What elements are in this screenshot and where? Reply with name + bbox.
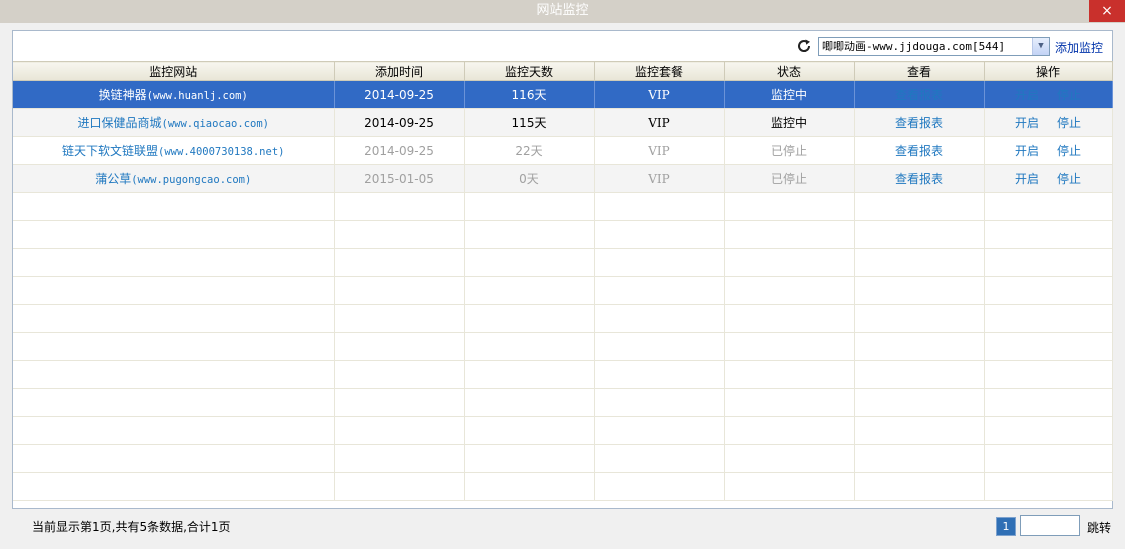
monitor-days: 116天 [464, 80, 595, 109]
table-row[interactable]: 蒲公草(www.pugongcao.com) 2015-01-05 0天 VIP… [13, 164, 1113, 193]
added-date: 2014-09-25 [334, 136, 465, 165]
table-row[interactable]: 换链神器(www.huanlj.com) 2014-09-25 116天 VIP… [13, 80, 1113, 109]
refresh-icon[interactable] [796, 38, 812, 54]
chevron-down-icon[interactable]: ▼ [1032, 38, 1049, 55]
column-header-site[interactable]: 监控网站 [13, 61, 335, 81]
empty-row [13, 332, 1113, 361]
empty-row [13, 276, 1113, 305]
stop-link[interactable]: 停止 [1057, 116, 1081, 130]
pagination-info: 当前显示第1页,共有5条数据,合计1页 [32, 520, 231, 534]
start-link[interactable]: 开启 [1015, 144, 1039, 158]
monitor-days: 22天 [464, 136, 595, 165]
stop-link[interactable]: 停止 [1057, 172, 1081, 186]
site-name: 进口保健品商城 [77, 116, 162, 130]
empty-row [13, 248, 1113, 277]
column-header-added[interactable]: 添加时间 [334, 61, 465, 81]
table-row[interactable]: 进口保健品商城(www.qiaocao.com) 2014-09-25 115天… [13, 108, 1113, 137]
site-cell[interactable]: 换链神器(www.huanlj.com) [13, 80, 335, 109]
empty-row [13, 444, 1113, 473]
added-date: 2015-01-05 [334, 164, 465, 193]
site-cell[interactable]: 蒲公草(www.pugongcao.com) [13, 164, 335, 193]
column-header-actions[interactable]: 操作 [984, 61, 1113, 81]
plan-cell: VIP [594, 108, 725, 137]
empty-row [13, 220, 1113, 249]
page-jump-input[interactable] [1020, 515, 1080, 536]
view-cell: 查看报表 [854, 164, 985, 193]
plan-cell: VIP [594, 164, 725, 193]
add-monitor-link[interactable]: 添加监控 [1055, 39, 1103, 56]
monitor-table: 监控网站 添加时间 监控天数 监控套餐 状态 查看 操作 换链神器(www.hu… [13, 61, 1113, 501]
status-cell: 已停止 [724, 136, 855, 165]
site-url: (www.pugongcao.com) [131, 174, 252, 186]
empty-row [13, 472, 1113, 501]
site-select[interactable]: 唧唧动画-www.jjdouga.com[544] ▼ [818, 37, 1050, 56]
start-link[interactable]: 开启 [1015, 88, 1039, 102]
empty-row [13, 416, 1113, 445]
stop-link[interactable]: 停止 [1057, 144, 1081, 158]
empty-row [13, 304, 1113, 333]
close-button[interactable]: × [1089, 0, 1125, 22]
empty-row [13, 360, 1113, 389]
start-link[interactable]: 开启 [1015, 172, 1039, 186]
site-select-value: 唧唧动画-www.jjdouga.com[544] [822, 40, 1006, 53]
monitor-panel: 唧唧动画-www.jjdouga.com[544] ▼ 添加监控 监控网站 添加… [12, 30, 1113, 509]
view-report-link[interactable]: 查看报表 [895, 172, 943, 186]
plan-cell: VIP [594, 80, 725, 109]
actions-cell: 开启 停止 [984, 136, 1113, 165]
toolbar: 唧唧动画-www.jjdouga.com[544] ▼ 添加监控 [13, 31, 1112, 61]
monitor-days: 0天 [464, 164, 595, 193]
close-icon: × [1101, 3, 1113, 19]
actions-cell: 开启 停止 [984, 108, 1113, 137]
start-link[interactable]: 开启 [1015, 116, 1039, 130]
site-name: 链天下软文链联盟 [62, 144, 159, 158]
site-name: 换链神器 [98, 88, 147, 102]
actions-cell: 开启 停止 [984, 164, 1113, 193]
added-date: 2014-09-25 [334, 80, 465, 109]
view-report-link[interactable]: 查看报表 [895, 116, 943, 130]
actions-cell: 开启 停止 [984, 80, 1113, 109]
table-row[interactable]: 链天下软文链联盟(www.4000730138.net) 2014-09-25 … [13, 136, 1113, 165]
column-header-view[interactable]: 查看 [854, 61, 985, 81]
monitor-days: 115天 [464, 108, 595, 137]
plan-cell: VIP [594, 136, 725, 165]
site-cell[interactable]: 链天下软文链联盟(www.4000730138.net) [13, 136, 335, 165]
stop-link[interactable]: 停止 [1057, 88, 1081, 102]
site-url: (www.qiaocao.com) [161, 118, 269, 130]
site-name: 蒲公草 [95, 172, 132, 186]
table-header: 监控网站 添加时间 监控天数 监控套餐 状态 查看 操作 [13, 61, 1113, 81]
view-report-link[interactable]: 查看报表 [895, 144, 943, 158]
added-date: 2014-09-25 [334, 108, 465, 137]
view-cell: 查看报表 [854, 80, 985, 109]
empty-row [13, 192, 1113, 221]
status-cell: 监控中 [724, 108, 855, 137]
site-url: (www.huanlj.com) [146, 90, 248, 102]
window-titlebar: 网站监控 × [0, 0, 1125, 23]
site-cell[interactable]: 进口保健品商城(www.qiaocao.com) [13, 108, 335, 137]
view-report-link[interactable]: 查看报表 [895, 88, 943, 102]
status-cell: 监控中 [724, 80, 855, 109]
column-header-plan[interactable]: 监控套餐 [594, 61, 725, 81]
site-url: (www.4000730138.net) [158, 146, 285, 158]
column-header-days[interactable]: 监控天数 [464, 61, 595, 81]
jump-button[interactable]: 跳转 [1087, 519, 1111, 536]
status-cell: 已停止 [724, 164, 855, 193]
page-button-current[interactable]: 1 [996, 517, 1016, 536]
empty-row [13, 388, 1113, 417]
column-header-status[interactable]: 状态 [724, 61, 855, 81]
view-cell: 查看报表 [854, 108, 985, 137]
view-cell: 查看报表 [854, 136, 985, 165]
window-title: 网站监控 [536, 3, 589, 18]
